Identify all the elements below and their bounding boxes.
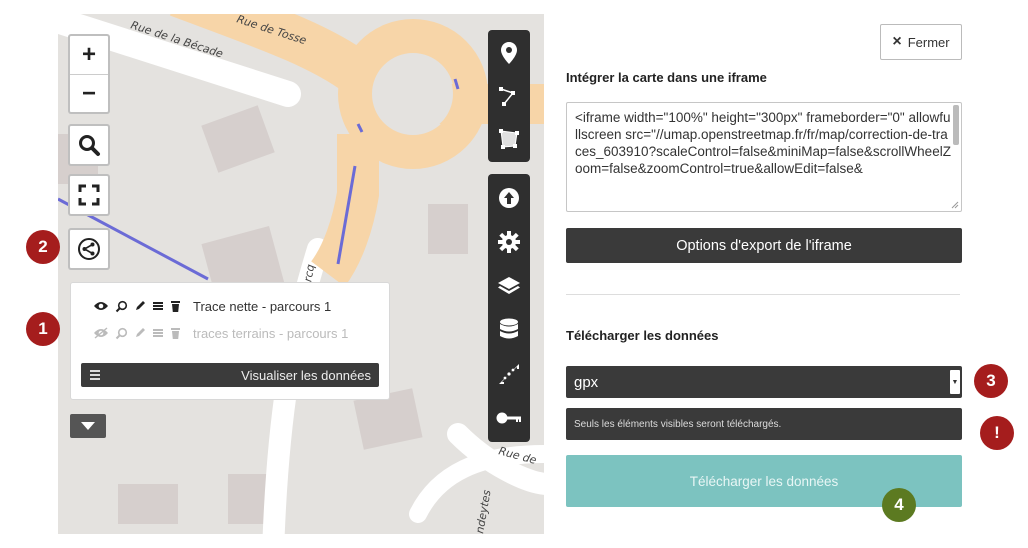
polygon-icon — [499, 128, 519, 149]
map-view[interactable]: Rue de la Bécade Rue de Tosse Rue de erc… — [58, 14, 544, 534]
fullscreen-button[interactable] — [68, 174, 110, 216]
settings-toolbar — [488, 174, 530, 442]
layers-settings-button[interactable] — [488, 266, 530, 306]
polyline-icon — [499, 86, 515, 106]
collapse-layers-button[interactable] — [70, 414, 106, 438]
zoom-to-layer-icon[interactable] — [115, 300, 128, 313]
chevron-down-icon — [81, 422, 95, 430]
trash-icon[interactable] — [170, 300, 181, 313]
screenshot-root: Rue de la Bécade Rue de Tosse Rue de erc… — [0, 0, 1028, 548]
permissions-button[interactable] — [488, 398, 530, 438]
marker-icon — [501, 41, 517, 64]
gear-icon — [498, 231, 520, 253]
visualize-data-label: Visualiser les données — [241, 367, 371, 383]
search-icon — [79, 135, 100, 156]
step-badge-3: 3 — [974, 364, 1008, 398]
share-panel: × Fermer Intégrer la carte dans une ifra… — [544, 14, 974, 534]
eye-icon[interactable] — [93, 300, 109, 312]
table-icon[interactable] — [152, 300, 164, 312]
map-settings-button[interactable] — [488, 222, 530, 262]
layer-name: traces terrains - parcours 1 — [193, 325, 349, 341]
resize-handle-icon[interactable] — [951, 201, 959, 209]
layer-row: Trace nette - parcours 1 — [93, 296, 331, 316]
arrows-icon — [499, 364, 519, 384]
step-badge-2: 2 — [26, 230, 60, 264]
map-tiles: Rue de la Bécade Rue de Tosse Rue de erc… — [58, 14, 544, 534]
warning-badge: ! — [980, 416, 1014, 450]
format-select[interactable]: gpx ▼ — [566, 366, 962, 398]
draw-marker-button[interactable] — [488, 32, 530, 73]
upload-icon — [499, 188, 519, 208]
close-button[interactable]: × Fermer — [880, 24, 962, 60]
draw-polygon-button[interactable] — [488, 118, 530, 159]
visualize-data-button[interactable]: Visualiser les données — [81, 363, 379, 387]
database-icon — [500, 318, 518, 339]
layer-row: traces terrains - parcours 1 — [93, 323, 348, 343]
download-section-title: Télécharger les données — [566, 328, 719, 343]
layers-icon — [498, 277, 520, 294]
download-help-text: Seuls les éléments visibles seront téléc… — [566, 408, 962, 440]
trash-icon[interactable] — [170, 327, 181, 340]
zoom-control: + − — [68, 34, 110, 114]
key-icon — [496, 412, 521, 424]
close-label: Fermer — [907, 34, 950, 50]
table-icon[interactable] — [152, 327, 164, 339]
embed-section-title: Intégrer la carte dans une iframe — [566, 70, 767, 85]
textarea-scrollbar[interactable] — [953, 105, 959, 145]
draw-toolbar — [488, 30, 530, 162]
share-icon — [78, 238, 100, 260]
fullscreen-icon — [78, 184, 100, 206]
step-badge-1: 1 — [26, 312, 60, 346]
draw-line-button[interactable] — [488, 75, 530, 116]
edit-icon[interactable] — [134, 300, 146, 312]
edit-icon[interactable] — [134, 327, 146, 339]
iframe-code-text: <iframe width="100%" height="300px" fram… — [575, 110, 951, 176]
eye-slash-icon[interactable] — [93, 327, 109, 339]
divider — [566, 294, 960, 295]
table-icon — [90, 370, 100, 380]
search-button[interactable] — [68, 124, 110, 166]
chevron-down-icon: ▼ — [950, 370, 960, 394]
layers-panel: Trace nette - parcours 1 traces terrains… — [70, 282, 390, 400]
layer-name: Trace nette - parcours 1 — [193, 298, 332, 314]
iframe-code-textarea[interactable]: <iframe width="100%" height="300px" fram… — [566, 102, 962, 212]
close-icon: × — [892, 33, 902, 50]
zoom-to-layer-icon[interactable] — [115, 327, 128, 340]
export-options-button[interactable]: Options d'export de l'iframe — [566, 228, 962, 263]
datalayers-button[interactable] — [488, 310, 530, 350]
zoom-out-button[interactable]: − — [70, 74, 108, 112]
share-button[interactable] — [68, 228, 110, 270]
step-badge-4: 4 — [882, 488, 916, 522]
import-data-button[interactable] — [488, 178, 530, 218]
zoom-in-button[interactable]: + — [70, 36, 108, 74]
center-view-button[interactable] — [488, 354, 530, 394]
format-select-value: gpx — [574, 373, 599, 391]
